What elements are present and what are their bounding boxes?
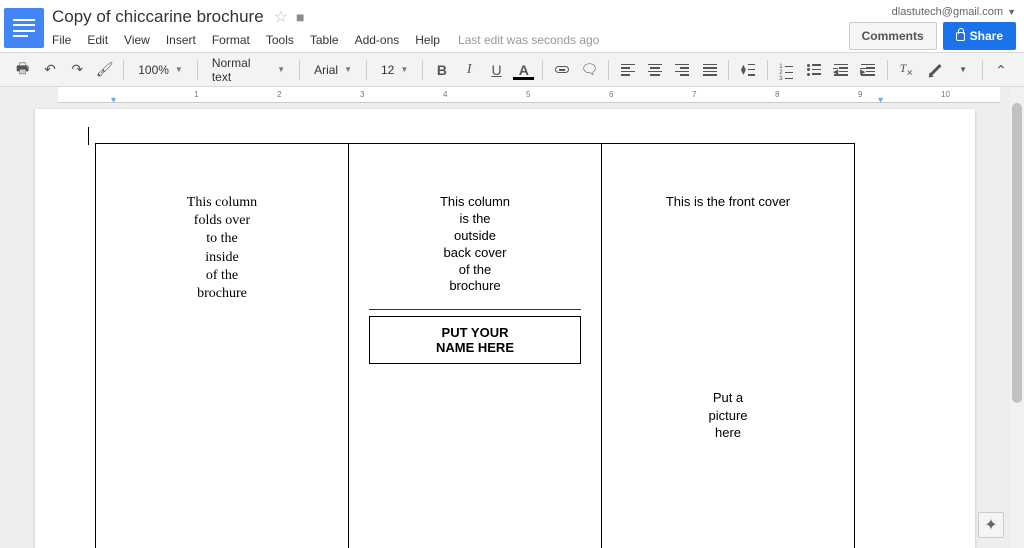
ruler-tick: 9: [858, 90, 862, 99]
editing-mode-caret-icon[interactable]: ▼: [950, 57, 975, 83]
caret-down-icon: ▼: [1007, 7, 1016, 17]
undo-icon[interactable]: ↶: [37, 57, 62, 83]
ruler-tick: 4: [443, 90, 447, 99]
align-justify-button[interactable]: [697, 57, 722, 83]
menu-edit[interactable]: Edit: [79, 33, 116, 47]
menu-addons[interactable]: Add-ons: [347, 33, 408, 47]
redo-icon[interactable]: ↷: [65, 57, 90, 83]
link-icon[interactable]: [549, 57, 574, 83]
editing-mode-button[interactable]: [923, 57, 948, 83]
menu-format[interactable]: Format: [204, 33, 258, 47]
align-right-button[interactable]: [670, 57, 695, 83]
font-select[interactable]: Arial▼: [306, 57, 360, 83]
user-menu[interactable]: dlastutech@gmail.com ▼: [892, 6, 1016, 18]
paint-format-icon[interactable]: 🖌: [92, 57, 117, 83]
explore-button[interactable]: ✦: [978, 512, 1004, 538]
share-label: Share: [970, 29, 1003, 43]
docs-logo-icon[interactable]: [4, 8, 44, 48]
zoom-select[interactable]: 100%▼: [130, 57, 191, 83]
comment-icon[interactable]: 🗨: [577, 57, 602, 83]
indent-increase-button[interactable]: ▶: [855, 57, 880, 83]
comments-button[interactable]: Comments: [849, 22, 937, 50]
bulleted-list-button[interactable]: [801, 57, 826, 83]
divider: [369, 309, 581, 310]
print-icon[interactable]: 🖶: [10, 57, 35, 83]
clear-format-button[interactable]: T✕: [894, 57, 919, 83]
menu-tools[interactable]: Tools: [258, 33, 302, 47]
ruler-tick: 10: [941, 90, 950, 99]
save-status: Last edit was seconds ago: [448, 33, 599, 47]
style-select[interactable]: Normal text▼: [204, 57, 293, 83]
document-page[interactable]: This column folds over to the inside of …: [35, 109, 975, 548]
vertical-scrollbar[interactable]: [1010, 87, 1024, 548]
ruler-tick: 5: [526, 90, 530, 99]
collapse-toolbar-button[interactable]: ⌄: [989, 57, 1014, 83]
brochure-col-2[interactable]: This column is the outside back cover of…: [349, 144, 602, 548]
lock-icon: [956, 32, 965, 41]
ruler-tick: 3: [360, 90, 364, 99]
app-header: Copy of chiccarine brochure ☆ ■ File Edi…: [0, 0, 1024, 53]
menubar: File Edit View Insert Format Tools Table…: [50, 28, 849, 50]
align-left-button[interactable]: [615, 57, 640, 83]
italic-button[interactable]: I: [457, 57, 482, 83]
fontsize-select[interactable]: 12▼: [373, 57, 416, 83]
col3-picture-placeholder: Put a picture here: [708, 389, 747, 442]
share-button[interactable]: Share: [943, 22, 1016, 50]
user-email: dlastutech@gmail.com: [892, 6, 1003, 18]
col2-text: This column is the outside back cover of…: [440, 194, 510, 295]
text-cursor: [88, 127, 89, 145]
ruler-tick: 1: [194, 90, 198, 99]
brochure-col-3[interactable]: This is the front cover Put a picture he…: [602, 144, 854, 548]
ruler-tick: 8: [775, 90, 779, 99]
numbered-list-button[interactable]: 123: [774, 57, 799, 83]
brochure-table: This column folds over to the inside of …: [95, 143, 855, 548]
ruler-tick: 2: [277, 90, 281, 99]
line-spacing-button[interactable]: ▴▾: [735, 57, 760, 83]
text-color-button[interactable]: A: [511, 57, 536, 83]
ruler-tick: 6: [609, 90, 613, 99]
menu-file[interactable]: File: [50, 33, 79, 47]
canvas: ▾ ▾ 12345678910 This column folds over t…: [0, 87, 1024, 548]
brochure-col-1[interactable]: This column folds over to the inside of …: [96, 144, 349, 548]
star-icon[interactable]: ☆: [274, 7, 288, 27]
ruler-tick: 7: [692, 90, 696, 99]
horizontal-ruler[interactable]: ▾ ▾ 12345678910: [58, 87, 1000, 103]
bold-button[interactable]: B: [429, 57, 454, 83]
toolbar: 🖶 ↶ ↷ 🖌 100%▼ Normal text▼ Arial▼ 12▼ B …: [0, 53, 1024, 87]
indent-decrease-button[interactable]: ◀: [828, 57, 853, 83]
col3-title: This is the front cover: [666, 194, 790, 209]
folder-icon[interactable]: ■: [296, 9, 304, 25]
scrollbar-thumb[interactable]: [1012, 103, 1022, 403]
doc-title[interactable]: Copy of chiccarine brochure: [50, 7, 264, 27]
menu-help[interactable]: Help: [407, 33, 448, 47]
menu-view[interactable]: View: [116, 33, 158, 47]
underline-button[interactable]: U: [484, 57, 509, 83]
col1-text: This column folds over to the inside of …: [187, 194, 257, 303]
menu-table[interactable]: Table: [302, 33, 347, 47]
name-placeholder-box[interactable]: PUT YOUR NAME HERE: [369, 316, 581, 364]
align-center-button[interactable]: [642, 57, 667, 83]
menu-insert[interactable]: Insert: [158, 33, 204, 47]
